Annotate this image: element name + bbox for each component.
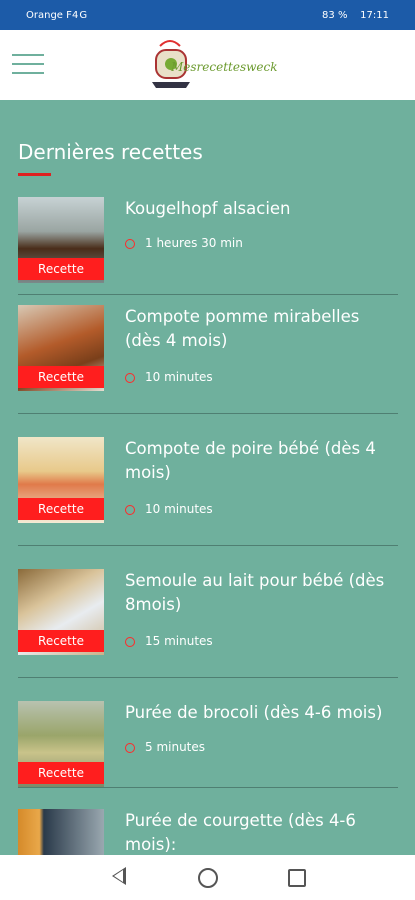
page-title: Dernières recettes	[18, 140, 203, 164]
divider	[18, 294, 398, 295]
divider	[18, 677, 398, 678]
recipe-tag: Recette	[18, 498, 104, 520]
recipe-tag: Recette	[18, 630, 104, 652]
recipe-tag: Recette	[18, 258, 104, 280]
recipe-tag: Recette	[18, 366, 104, 388]
recipe-tag: Recette	[18, 762, 104, 784]
status-right: 83 % 17:11	[322, 10, 389, 21]
recipe-time: 5 minutes	[125, 740, 205, 754]
recipe-time: 10 minutes	[125, 370, 213, 384]
hamburger-menu-icon[interactable]	[12, 52, 44, 76]
title-underline	[18, 173, 51, 176]
status-bar: Orange F 4G 83 % 17:11	[0, 0, 415, 30]
signal-label: 4G	[72, 10, 89, 21]
recipe-time: 10 minutes	[125, 502, 213, 516]
recent-apps-icon[interactable]	[288, 869, 306, 887]
system-nav-bar	[0, 855, 415, 900]
divider	[18, 545, 398, 546]
recipe-thumbnail[interactable]	[18, 809, 104, 855]
divider	[18, 787, 398, 788]
recipe-time: 15 minutes	[125, 634, 213, 648]
carrier-label: Orange F	[26, 10, 72, 21]
clock-label: 17:11	[360, 10, 389, 21]
app-header: Mesrecettesweck	[0, 30, 415, 100]
recipe-time: 1 heures 30 min	[125, 236, 243, 250]
clock-icon	[125, 238, 135, 249]
clock-icon	[125, 742, 135, 753]
recipe-title[interactable]: Purée de brocoli (dès 4-6 mois)	[125, 701, 395, 725]
recipe-title[interactable]: Semoule au lait pour bébé (dès 8mois)	[125, 569, 395, 617]
logo-text: Mesrecettesweck	[171, 60, 278, 74]
clock-icon	[125, 504, 135, 515]
recipe-title[interactable]: Purée de courgette (dès 4-6 mois):	[125, 809, 395, 857]
divider	[18, 413, 398, 414]
recipe-title[interactable]: Compote de poire bébé (dès 4 mois)	[125, 437, 395, 485]
clock-icon	[125, 636, 135, 647]
home-icon[interactable]	[198, 868, 218, 888]
clock-icon	[125, 372, 135, 383]
back-icon[interactable]	[112, 867, 126, 885]
recipe-title[interactable]: Compote pomme mirabelles (dès 4 mois)	[125, 305, 395, 353]
recipe-title[interactable]: Kougelhopf alsacien	[125, 197, 395, 221]
battery-label: 83 %	[322, 10, 348, 21]
